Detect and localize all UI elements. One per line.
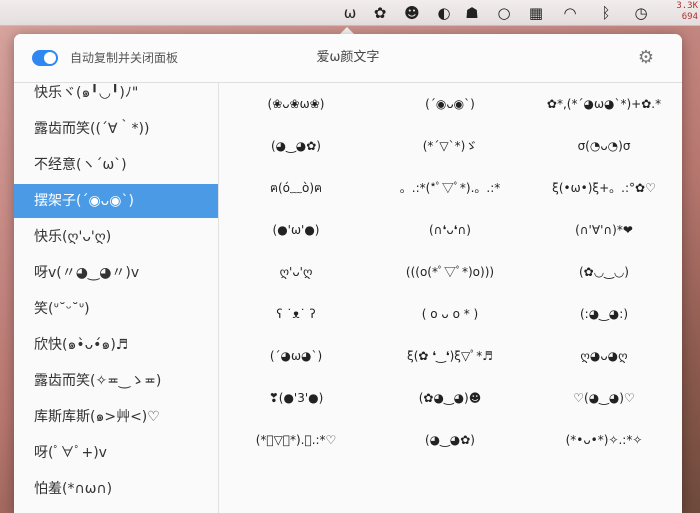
sidebar-item[interactable]: 呀(ﾟ∀ﾟ+)v bbox=[14, 436, 218, 470]
kaomoji-cell[interactable]: (◕‿◕✿) bbox=[373, 420, 527, 460]
kaomoji-cell[interactable]: (*•ᴗ•*)✧.:*✧ bbox=[527, 420, 681, 460]
sidebar-item[interactable]: 露齿而笑(✧≖‿ゝ≖) bbox=[14, 364, 218, 398]
kaomoji-cell[interactable]: 。.:*(*ﾟ▽ﾟ*).。.:* bbox=[373, 168, 527, 208]
time-machine-icon[interactable]: ◷ bbox=[630, 3, 652, 23]
sidebar-item[interactable]: 摆架子(´◉ᴗ◉`) bbox=[14, 184, 218, 218]
kaomoji-cell[interactable]: (∩'∀'∩)*❤ bbox=[527, 210, 681, 250]
media-icon[interactable]: ◐ bbox=[434, 3, 454, 23]
sidebar-item[interactable]: 快乐(ღ'ᴗ'ღ) bbox=[14, 220, 218, 254]
kaomoji-cell[interactable]: (((o(*ﾟ▽ﾟ*)o))) bbox=[373, 252, 527, 292]
sidebar-item[interactable]: 呀v(〃◕‿◕〃)v bbox=[14, 256, 218, 290]
battery-icon[interactable]: ▦ bbox=[526, 3, 546, 23]
kaomoji-cell[interactable]: ❣(●'3'●) bbox=[219, 378, 373, 418]
kaomoji-cell[interactable]: (◕‿◕✿) bbox=[219, 126, 373, 166]
sidebar-item[interactable]: 笑(ᐡ˘ᵕ˘ᐡ) bbox=[14, 292, 218, 326]
net-down-value: 694 bbox=[681, 12, 698, 22]
kaomoji-cell[interactable]: (✿◕‿◕)☻ bbox=[373, 378, 527, 418]
kaomoji-cell[interactable]: ( o ᴗ o * ) bbox=[373, 294, 527, 334]
bluetooth-icon[interactable]: ᛒ bbox=[596, 3, 616, 23]
stack-icon[interactable]: ☗ bbox=[462, 3, 482, 23]
panel-header: 自动复制并关闭面板 爱ω颜文字 ⚙ bbox=[14, 34, 682, 83]
sidebar-item[interactable]: 露齿而笑((´∀｀*)) bbox=[14, 112, 218, 146]
gear-icon[interactable]: ⚙ bbox=[638, 48, 654, 68]
kaomoji-cell[interactable]: (*ﾟ▽ﾟ*).。.:*♡ bbox=[219, 420, 373, 460]
kaomoji-cell[interactable]: ʕ ˙ᴥ˙ ʔ bbox=[219, 294, 373, 334]
sidebar-item[interactable]: 不经意(ヽ´ω`) bbox=[14, 148, 218, 182]
kaomoji-cell[interactable]: ♡(◕‿◕)♡ bbox=[527, 378, 681, 418]
kaomoji-grid[interactable]: (❀ᴗ❀ω❀) (´◉ᴗ◉`) ✿*,(*´◕ω◕`*)+✿.* (◕‿◕✿) (*´▽… bbox=[219, 82, 682, 513]
kaomoji-cell[interactable]: (❀ᴗ❀ω❀) bbox=[219, 84, 373, 124]
kaomoji-cell[interactable]: σ(◔ᴗ◔)σ bbox=[527, 126, 681, 166]
kaomoji-cell[interactable]: ฅ(ó﹏ò)ฅ bbox=[219, 168, 373, 208]
kaomoji-cell[interactable]: ღ'ᴗ'ღ bbox=[219, 252, 373, 292]
kaomoji-cell[interactable]: (:◕‿◕:) bbox=[527, 294, 681, 334]
kaomoji-cell[interactable]: ξ(•ω•)ξ+。.:°✿♡ bbox=[527, 168, 681, 208]
kaomoji-panel: 自动复制并关闭面板 爱ω颜文字 ⚙ 快乐ヾ(๑╹◡╹)ﾉ" 露齿而笑((´∀｀*)… bbox=[14, 34, 682, 513]
kaomoji-cell[interactable]: (*´▽`*)ゞ bbox=[373, 126, 527, 166]
kaomoji-cell[interactable]: ξ(✿ ❛‿❛)ξ▽ﾟ*♬ bbox=[373, 336, 527, 376]
kaomoji-cell[interactable]: (´◉ᴗ◉`) bbox=[373, 84, 527, 124]
face-icon[interactable]: ☻ bbox=[402, 3, 422, 23]
kaomoji-cell[interactable]: (∩❛ᴗ❛∩) bbox=[373, 210, 527, 250]
kaomoji-cell[interactable]: ღ◕ᴗ◕ღ bbox=[527, 336, 681, 376]
kaomoji-cell[interactable]: ✿*,(*´◕ω◕`*)+✿.* bbox=[527, 84, 681, 124]
omega-app-icon[interactable]: ω bbox=[340, 3, 360, 23]
ring-icon[interactable]: ○ bbox=[494, 3, 514, 23]
sidebar-item[interactable]: 库斯库斯(๑>艸<)♡ bbox=[14, 400, 218, 434]
sidebar-item[interactable]: 快乐ヾ(๑╹◡╹)ﾉ" bbox=[14, 82, 218, 110]
kaomoji-cell[interactable]: (●'ω'●) bbox=[219, 210, 373, 250]
panel-title: 爱ω颜文字 bbox=[316, 50, 380, 65]
kaomoji-cell[interactable]: (✿◡‿◡) bbox=[527, 252, 681, 292]
sidebar-item[interactable]: 欣快(๑•̀ᴗ•́๑)♬ bbox=[14, 328, 218, 362]
net-up-value: 3.3K bbox=[676, 1, 698, 11]
kaomoji-cell[interactable]: (´◕ω◕`) bbox=[219, 336, 373, 376]
flower-gear-icon[interactable]: ✿ bbox=[370, 3, 390, 23]
wifi-icon[interactable]: ◠ bbox=[560, 3, 580, 23]
sidebar-item[interactable]: 怕羞(*∩ω∩) bbox=[14, 472, 218, 506]
menu-bar: ω ✿ ☻ ◐ ☗ ○ ▦ ◠ ᛒ ◷ 3.3K 694 bbox=[0, 0, 700, 26]
network-speed-readout: 3.3K 694 bbox=[676, 1, 698, 23]
category-sidebar[interactable]: 快乐ヾ(๑╹◡╹)ﾉ" 露齿而笑((´∀｀*)) 不经意(ヽ´ω`) 摆架子(´◉ᴗ◉… bbox=[14, 82, 219, 513]
